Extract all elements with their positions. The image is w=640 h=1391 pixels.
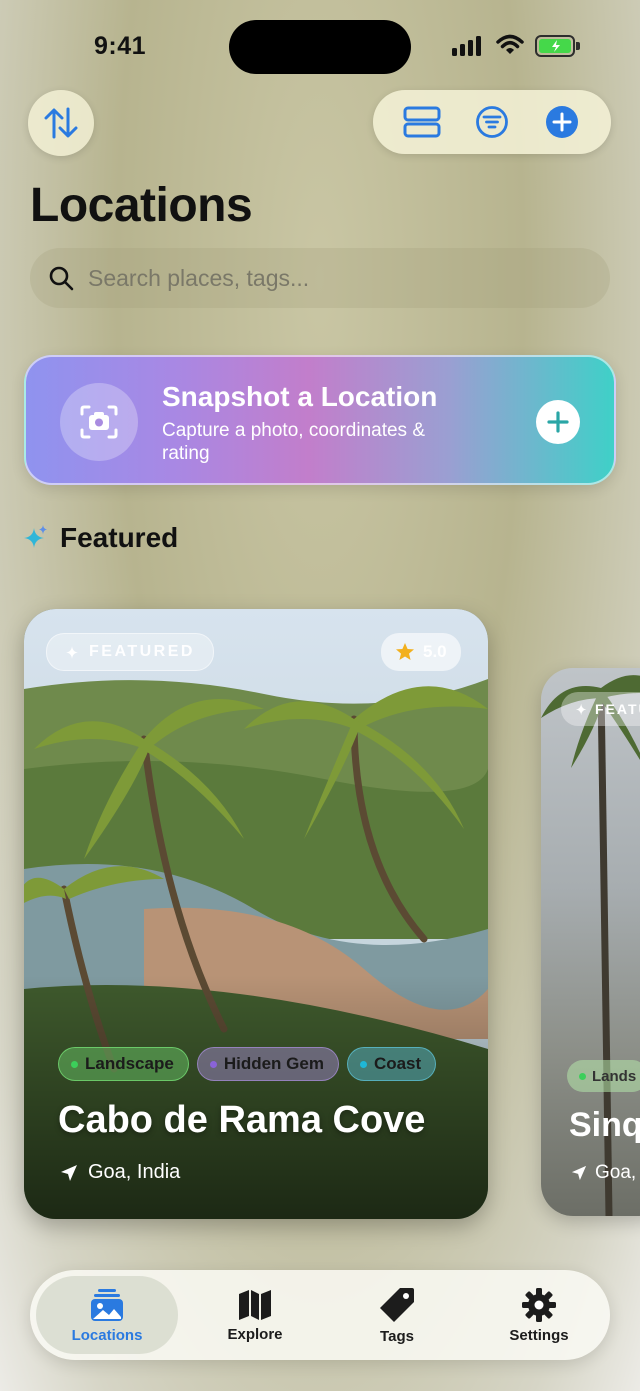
plus-circle-icon bbox=[546, 106, 578, 138]
snapshot-add-button[interactable] bbox=[536, 400, 580, 444]
sort-button[interactable] bbox=[28, 90, 94, 156]
location-arrow-icon bbox=[571, 1165, 587, 1181]
featured-badge-label: FEATU bbox=[595, 701, 640, 717]
location-name: Cabo de Rama Cove bbox=[58, 1099, 426, 1141]
tag-icon bbox=[380, 1287, 414, 1322]
sparkle-icon bbox=[66, 646, 78, 659]
status-time: 9:41 bbox=[94, 32, 147, 60]
location-address: Goa, I bbox=[571, 1162, 640, 1184]
location-arrow-icon bbox=[61, 1164, 77, 1181]
tag-label: Hidden Gem bbox=[223, 1054, 324, 1073]
tab-settings[interactable]: Settings bbox=[468, 1270, 610, 1360]
sparkle-icon bbox=[24, 525, 47, 548]
star-icon bbox=[396, 643, 414, 660]
tag-label: Coast bbox=[373, 1054, 422, 1073]
plus-icon bbox=[547, 411, 569, 433]
search-input[interactable] bbox=[88, 264, 568, 292]
featured-location-card[interactable]: FEATURED 5.0 Landscape Hidden Gem Coast … bbox=[24, 609, 488, 1219]
filter-icon bbox=[476, 106, 508, 138]
tab-explore[interactable]: Explore bbox=[184, 1270, 326, 1360]
featured-badge: FEATURED bbox=[46, 633, 214, 671]
wifi-icon bbox=[496, 34, 524, 54]
battery-tip bbox=[576, 42, 580, 50]
tag-list: Landscape Hidden Gem Coast bbox=[58, 1047, 437, 1081]
tag-label: Landscape bbox=[85, 1054, 174, 1073]
tag-chip[interactable]: Hidden Gem bbox=[196, 1047, 339, 1081]
location-address-text: Goa, India bbox=[88, 1161, 181, 1183]
rating-value: 5.0 bbox=[423, 642, 447, 661]
gear-icon bbox=[522, 1287, 556, 1322]
tag-chip[interactable]: Landscape bbox=[58, 1047, 189, 1081]
tag-dot bbox=[71, 1060, 78, 1068]
cellular-signal-icon bbox=[452, 34, 481, 56]
search-icon bbox=[49, 266, 74, 291]
tag-dot bbox=[579, 1072, 586, 1080]
featured-title: Featured bbox=[60, 522, 179, 553]
snapshot-title: Snapshot a Location bbox=[162, 381, 438, 412]
camera-scan-icon bbox=[60, 383, 138, 461]
tab-label: Locations bbox=[71, 1326, 143, 1344]
toolbar-pill bbox=[373, 90, 611, 154]
tab-label: Settings bbox=[509, 1326, 569, 1344]
battery-icon bbox=[535, 35, 575, 57]
tag-label: Lands bbox=[592, 1067, 637, 1085]
tab-label: Tags bbox=[380, 1327, 414, 1345]
page-title: Locations bbox=[30, 179, 253, 232]
filter-button[interactable] bbox=[470, 100, 514, 144]
rows-layout-icon bbox=[403, 106, 441, 138]
search-bar[interactable] bbox=[30, 248, 610, 308]
featured-badge-label: FEATURED bbox=[89, 643, 195, 660]
snapshot-subtitle: Capture a photo, coordinates & rating bbox=[162, 420, 426, 464]
tag-chip[interactable]: Coast bbox=[346, 1047, 437, 1081]
tab-tags[interactable]: Tags bbox=[326, 1270, 468, 1360]
layout-toggle-button[interactable] bbox=[400, 100, 444, 144]
tag-chip[interactable]: Lands bbox=[567, 1060, 640, 1092]
tab-bar: Locations Explore Tags Settings bbox=[30, 1270, 610, 1360]
photo-stack-icon bbox=[91, 1288, 123, 1321]
sparkle-icon bbox=[575, 703, 587, 716]
add-location-button[interactable] bbox=[540, 100, 584, 144]
featured-header: Featured bbox=[24, 522, 178, 554]
map-icon bbox=[239, 1289, 271, 1320]
featured-badge: FEATU bbox=[561, 692, 640, 726]
featured-location-card[interactable]: FEATU Lands Sinq Goa, I bbox=[541, 668, 640, 1216]
location-name: Sinq bbox=[569, 1106, 640, 1144]
tab-locations[interactable]: Locations bbox=[36, 1276, 178, 1354]
location-address-text: Goa, I bbox=[595, 1162, 640, 1183]
location-address: Goa, India bbox=[60, 1161, 180, 1184]
dynamic-island bbox=[229, 20, 411, 74]
tag-dot bbox=[359, 1060, 367, 1068]
tag-dot bbox=[209, 1060, 217, 1068]
snapshot-card[interactable]: Snapshot a Location Capture a photo, coo… bbox=[24, 355, 616, 485]
rating-badge: 5.0 bbox=[381, 633, 461, 671]
sort-arrows-icon bbox=[44, 107, 78, 139]
tab-label: Explore bbox=[227, 1325, 283, 1343]
